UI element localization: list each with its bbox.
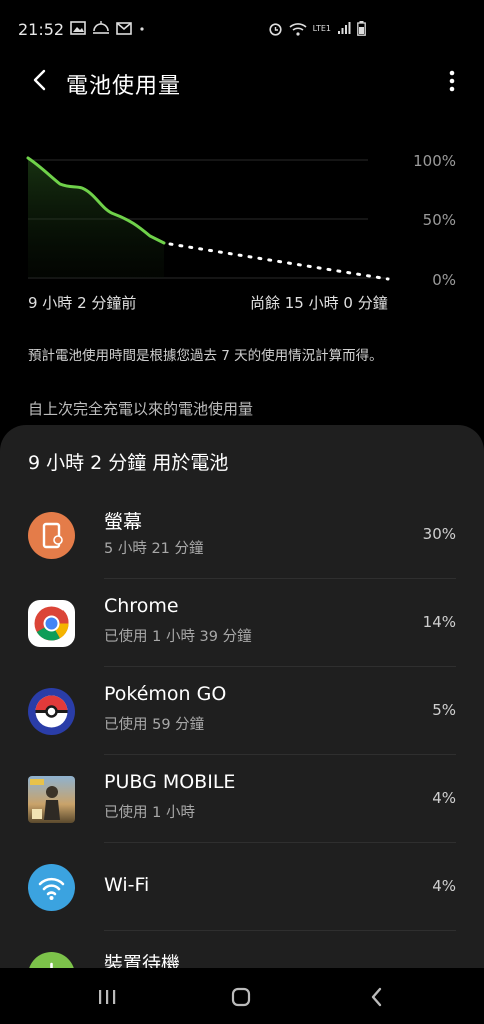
chrome-icon	[28, 600, 75, 647]
list-item[interactable]: Wi-Fi 4%	[0, 843, 484, 931]
app-name: Pokémon GO	[104, 683, 227, 705]
list-item[interactable]: Chrome 已使用 1 小時 39 分鐘 14%	[0, 579, 484, 667]
back-arrow-icon[interactable]	[26, 66, 54, 94]
back-nav-icon[interactable]	[368, 986, 386, 1008]
app-percentage: 4%	[432, 789, 456, 807]
app-percentage: 30%	[422, 525, 456, 543]
wifi-icon	[28, 864, 75, 911]
app-name: 裝置待機	[104, 953, 181, 970]
recent-apps-icon[interactable]	[96, 988, 118, 1006]
app-percentage: 5%	[432, 701, 456, 719]
app-name: Wi-Fi	[104, 874, 150, 896]
page-title: 電池使用量	[66, 74, 182, 99]
usage-sheet: 9 小時 2 分鐘 用於電池 螢幕 5 小時 21 分鐘 30% Chrome …	[0, 425, 484, 970]
network-type-label: LTE1	[312, 23, 331, 33]
cell-signal-icon	[338, 22, 351, 34]
app-name: Chrome	[104, 595, 179, 617]
y-tick-100: 100%	[413, 152, 456, 170]
screen-icon	[28, 512, 75, 559]
app-usage-time: 已使用 1 小時	[104, 805, 195, 821]
app-usage-time: 已使用 59 分鐘	[104, 717, 205, 733]
wifi-signal-icon	[289, 22, 307, 36]
section-heading: 自上次完全充電以來的電池使用量	[28, 400, 254, 418]
weather-icon	[93, 21, 109, 34]
list-item[interactable]: Pokémon GO 已使用 59 分鐘 5%	[0, 667, 484, 755]
dot-icon	[140, 27, 144, 31]
app-percentage: 4%	[432, 877, 456, 895]
battery-chart: 100% 50% 0% 9 小時 2 分鐘前 尚餘 15 小時 0 分鐘	[0, 140, 484, 320]
app-usage-time: 已使用 1 小時 39 分鐘	[104, 629, 252, 645]
app-percentage: 14%	[422, 613, 456, 631]
pubg-icon	[28, 776, 75, 823]
battery-icon	[357, 21, 366, 36]
status-time: 21:52	[18, 20, 65, 39]
mail-icon	[116, 21, 132, 35]
notification-icons	[70, 21, 146, 35]
more-options-icon[interactable]	[446, 68, 458, 94]
battery-chart-plot	[26, 156, 390, 281]
list-item[interactable]: 螢幕 5 小時 21 分鐘 30%	[0, 491, 484, 579]
chart-start-label: 9 小時 2 分鐘前	[28, 294, 137, 312]
y-tick-0: 0%	[432, 271, 456, 289]
y-tick-50: 50%	[422, 211, 456, 229]
alarm-icon	[269, 23, 282, 36]
status-bar: 21:52 LTE1	[0, 0, 484, 58]
app-name: PUBG MOBILE	[104, 771, 236, 793]
app-header: 電池使用量	[0, 58, 484, 110]
system-icons: LTE1	[268, 21, 366, 36]
pokeball-icon	[28, 688, 75, 735]
app-usage-time: 5 小時 21 分鐘	[104, 541, 204, 557]
chart-remaining-label: 尚餘 15 小時 0 分鐘	[250, 294, 388, 312]
projection-line	[168, 242, 390, 281]
home-icon[interactable]	[230, 986, 252, 1008]
list-item[interactable]: 裝置待機	[0, 931, 484, 970]
estimate-note: 預計電池使用時間是根據您過去 7 天的使用情況計算而得。	[28, 348, 383, 364]
navigation-bar	[0, 968, 484, 1024]
app-name: 螢幕	[104, 511, 143, 533]
gallery-icon	[70, 21, 86, 35]
sheet-title: 9 小時 2 分鐘 用於電池	[28, 452, 229, 474]
list-item[interactable]: PUBG MOBILE 已使用 1 小時 4%	[0, 755, 484, 843]
